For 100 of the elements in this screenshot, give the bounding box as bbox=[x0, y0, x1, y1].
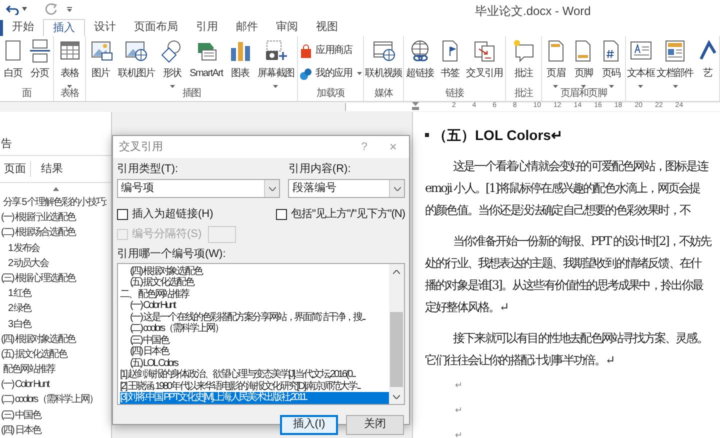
dialog-title: 交叉引用 bbox=[119, 140, 164, 155]
group-label: 插图 bbox=[182, 88, 201, 99]
group-label: 链接 bbox=[445, 88, 464, 99]
ribbon-button[interactable]: 批注 bbox=[510, 39, 536, 80]
indent-marker-icon bbox=[412, 102, 419, 110]
pane-tab[interactable]: 结果 bbox=[37, 160, 67, 178]
chevron-down-icon bbox=[394, 186, 400, 190]
ribbon-button[interactable]: 页码 bbox=[598, 39, 624, 88]
paragraph-line: emoji 小人。[1]将鼠标停在感兴趣的配色水滴上，网页会提 bbox=[425, 180, 700, 197]
list-item[interactable]: (三) 中国色 bbox=[120, 334, 389, 346]
scrollbar-thumb[interactable] bbox=[390, 312, 403, 386]
heading-item[interactable]: 1 红色 bbox=[8, 286, 31, 302]
ribbon-tab[interactable]: 设计 bbox=[85, 19, 125, 36]
ribbon-button[interactable]: 白页 bbox=[0, 39, 26, 80]
paragraph-mark: ↵ bbox=[455, 379, 464, 392]
heading-item[interactable]: 1 发布会 bbox=[8, 240, 40, 256]
ribbon-button[interactable]: 超链接 bbox=[405, 39, 435, 80]
ribbon-tab[interactable]: 邮件 bbox=[227, 19, 267, 36]
page-break-icon bbox=[28, 39, 52, 63]
document-parts-icon bbox=[663, 39, 688, 63]
group-label: 页眉和页脚 bbox=[560, 88, 606, 99]
list-item[interactable]: (五) 据文化选配色 bbox=[120, 277, 389, 288]
ribbon-tab[interactable]: 引用 bbox=[187, 19, 227, 36]
ribbon-button[interactable]: 书签 bbox=[436, 39, 463, 80]
chevron-down-icon bbox=[268, 186, 276, 190]
ribbon-button[interactable]: 应用商店 bbox=[298, 43, 362, 58]
document-heading: （五）LOL Colors↵ bbox=[433, 126, 563, 145]
dropdown-field[interactable]: 段落编号 bbox=[288, 179, 405, 198]
heading-item[interactable]: 3 白色 bbox=[8, 316, 31, 332]
pane-tab[interactable]: 页面 bbox=[0, 160, 31, 178]
field-label: 引用内容(R): bbox=[288, 162, 352, 176]
heading-item[interactable]: (二) 根据场合选配色 bbox=[1, 225, 76, 241]
dropdown-field[interactable]: 编号项 bbox=[117, 179, 280, 198]
checkbox[interactable] bbox=[117, 208, 128, 220]
heading-item[interactable]: 配色网站推荐 bbox=[3, 362, 55, 378]
heading-item[interactable]: (二) coolors（需科学上网） bbox=[1, 392, 98, 408]
list-item[interactable]: (四) 日本色 bbox=[120, 346, 389, 358]
list-item[interactable]: [1] 赵剑.海报的身体政治、欲望心理与变态美学[J].当代文坛,2016(0... bbox=[120, 369, 389, 380]
heading-item[interactable]: (四) 根据对象选配色 bbox=[1, 332, 76, 347]
ribbon-tab[interactable]: 视图 bbox=[307, 19, 347, 36]
ribbon-button[interactable]: 页眉 bbox=[542, 39, 569, 88]
paragraph-line: 定好整体风格。↵ bbox=[425, 299, 508, 316]
list-item[interactable]: [2] 王晓涵. 1980年代以来华语电影的海报文化研究[D].南京师范大学... bbox=[120, 380, 389, 392]
ribbon-tab[interactable]: 开始 bbox=[3, 19, 43, 36]
checkbox[interactable] bbox=[276, 208, 288, 220]
picture-icon bbox=[88, 39, 113, 63]
list-item[interactable]: (一) 这是一个在线的色彩搭配方案分享网站，界面简洁干净，搜... bbox=[120, 312, 389, 323]
ribbon-tab[interactable]: 插入 bbox=[43, 19, 85, 36]
list-label: 引用哪一个编号项(W): bbox=[117, 248, 227, 260]
ribbon-button[interactable]: 文档部件 bbox=[656, 39, 694, 88]
bar-chart-icon bbox=[228, 39, 252, 63]
item-list[interactable] bbox=[117, 262, 405, 404]
ribbon-button[interactable]: 文本框 bbox=[626, 39, 656, 88]
ribbon-button[interactable]: 表格 bbox=[56, 39, 82, 88]
heading-item[interactable]: (四) 日本色 bbox=[1, 422, 41, 438]
paragraph-line: 接下来就可以有目的性地去配色网站寻找方案、灵感。 bbox=[452, 330, 708, 347]
ribbon-tab[interactable]: 页面布局 bbox=[125, 19, 187, 36]
paragraph-line: 它们往往会让你的搭配计划事半功倍。↵ bbox=[425, 352, 614, 369]
heading-item[interactable]: 分享 5 个理解色彩的小技巧: bbox=[3, 195, 106, 210]
paragraph-mark: ↵ bbox=[455, 429, 464, 438]
dialog-button[interactable]: 插入(I) bbox=[280, 414, 338, 434]
list-item[interactable]: 二、 配色网站推荐 bbox=[120, 288, 389, 300]
paragraph-mark: ↵ bbox=[455, 404, 464, 417]
list-item[interactable]: (一) Color Hunt bbox=[120, 300, 389, 312]
checkbox-label: 包括"见上方"/"见下方"(N) bbox=[291, 206, 405, 222]
heading-item[interactable]: 2 动员大会 bbox=[8, 256, 48, 271]
ribbon-tab[interactable]: 审阅 bbox=[267, 19, 307, 36]
ribbon-button[interactable]: 图表 bbox=[227, 39, 254, 80]
window-title: 毕业论文.docx - Word bbox=[475, 3, 591, 20]
scrollbar[interactable] bbox=[389, 264, 404, 404]
ribbon-button[interactable]: 屏幕截图 bbox=[256, 39, 296, 88]
ribbon-button[interactable]: 联机图片 bbox=[117, 39, 156, 80]
group-label: 加载项 bbox=[316, 88, 344, 99]
ribbon-button[interactable]: SmartArt bbox=[188, 39, 224, 80]
list-item[interactable]: (二) coolors（需科学上网） bbox=[120, 323, 389, 334]
comment-icon bbox=[512, 39, 536, 63]
heading-item[interactable]: (一) 根据行业选配色 bbox=[1, 210, 76, 226]
list-item[interactable]: (五) LOL Colors bbox=[120, 358, 389, 369]
heading-item[interactable]: (五) 据文化选配色 bbox=[1, 346, 66, 362]
ribbon-button[interactable]: 分页 bbox=[26, 39, 53, 80]
ribbon-button[interactable]: 联机视频 bbox=[364, 39, 403, 80]
paragraph-line: 当你准备开始一份新的海报、PPT 的设计时[2]，不妨先 bbox=[452, 233, 711, 250]
ribbon-button[interactable]: 页脚 bbox=[570, 39, 596, 88]
cross-reference-icon bbox=[472, 39, 496, 63]
heading-item[interactable]: (一) Color Hunt bbox=[1, 377, 49, 392]
heading-item[interactable]: (三) 根据心理选配色 bbox=[1, 270, 76, 286]
ribbon-button[interactable]: 我的应用 bbox=[298, 66, 362, 81]
heading-item[interactable]: 2 绿色 bbox=[8, 301, 31, 316]
camera-icon bbox=[264, 39, 288, 63]
list-item[interactable]: [3] 刘将.中国 PPT文化史[M].上海人民美术出版社,2011. bbox=[120, 392, 389, 404]
heading-item[interactable]: (三) 中国色 bbox=[1, 408, 41, 423]
paragraph-line: 处的行业、我想表达的主题、我期望收到的情绪反馈、在什 bbox=[425, 255, 701, 272]
dialog-button[interactable]: 关闭 bbox=[346, 414, 404, 434]
ribbon-button[interactable]: 交叉引用 bbox=[465, 39, 504, 80]
ribbon-button[interactable]: 图片 bbox=[88, 39, 114, 80]
paragraph-line: 这是一个看着心情就会变好的可爱配色网站，图标是连 bbox=[452, 158, 708, 175]
ribbon-button[interactable]: 形状 bbox=[159, 39, 186, 88]
group-label: 批注 bbox=[514, 88, 533, 99]
ribbon-button[interactable]: 艺 bbox=[694, 39, 720, 80]
list-item[interactable]: (四) 根据对象选配色 bbox=[120, 266, 389, 277]
